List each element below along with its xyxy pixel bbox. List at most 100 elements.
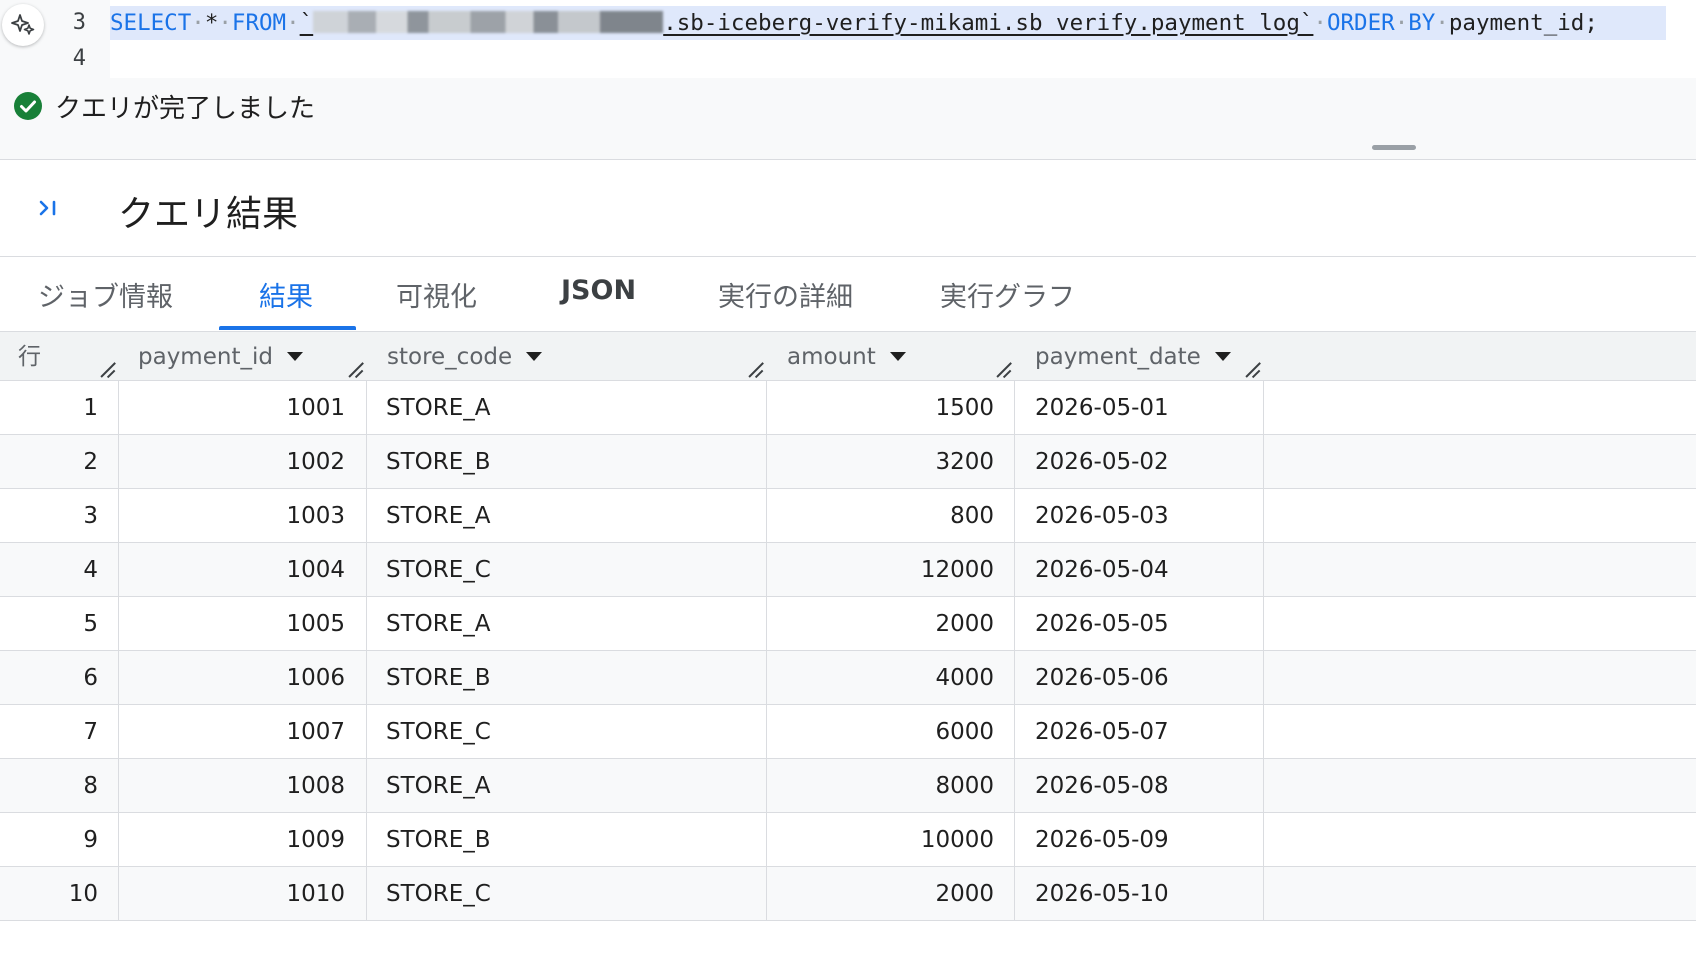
table-row[interactable]: 10 1010 STORE_C 2000 2026-05-10 <box>0 867 1696 921</box>
column-divider <box>366 597 367 651</box>
column-divider <box>1014 543 1015 597</box>
store-code-cell[interactable]: STORE_B <box>386 651 766 704</box>
table-header-row: 行 payment_id store_code amount payment_d… <box>0 332 1696 381</box>
column-divider <box>118 759 119 813</box>
results-tabs: ジョブ情報 結果 可視化 JSON 実行の詳細 実行グラフ <box>0 257 1696 332</box>
column-divider <box>118 435 119 489</box>
payment-id-cell[interactable]: 1005 <box>118 597 345 650</box>
column-resize-handle[interactable] <box>996 362 1012 378</box>
amount-cell[interactable]: 4000 <box>767 651 994 704</box>
amount-cell[interactable]: 6000 <box>767 705 994 758</box>
column-divider <box>118 705 119 759</box>
amount-cell[interactable]: 10000 <box>767 813 994 866</box>
payment-date-cell[interactable]: 2026-05-05 <box>1035 597 1235 650</box>
tab-execution-details[interactable]: 実行の詳細 <box>718 275 853 332</box>
payment-id-cell[interactable]: 1008 <box>118 759 345 812</box>
payment-date-cell[interactable]: 2026-05-10 <box>1035 867 1235 920</box>
table-row[interactable]: 9 1009 STORE_B 10000 2026-05-09 <box>0 813 1696 867</box>
tab-results[interactable]: 結果 <box>259 275 313 332</box>
table-row[interactable]: 5 1005 STORE_A 2000 2026-05-05 <box>0 597 1696 651</box>
table-reference[interactable]: .sb-iceberg-verify-mikami.sb_verify.paym… <box>663 10 1313 36</box>
store-code-cell[interactable]: STORE_B <box>386 435 766 488</box>
tab-json[interactable]: JSON <box>561 275 636 332</box>
column-divider <box>1263 489 1264 543</box>
payment-id-cell[interactable]: 1009 <box>118 813 345 866</box>
code-line-3[interactable]: SELECT·*·FROM·` .sb-iceberg-verify-mikami… <box>110 6 1666 40</box>
amount-cell[interactable]: 800 <box>767 489 994 542</box>
column-divider <box>1014 435 1015 489</box>
payment-id-cell[interactable]: 1003 <box>118 489 345 542</box>
gemini-assist-button[interactable] <box>2 4 44 46</box>
sql-keyword: ORDER <box>1326 10 1395 36</box>
table-row[interactable]: 3 1003 STORE_A 800 2026-05-03 <box>0 489 1696 543</box>
sort-dropdown-icon[interactable] <box>526 352 543 361</box>
store-code-cell[interactable]: STORE_A <box>386 597 766 650</box>
store-code-cell[interactable]: STORE_C <box>386 867 766 920</box>
store-code-cell[interactable]: STORE_A <box>386 381 766 434</box>
table-row[interactable]: 8 1008 STORE_A 8000 2026-05-08 <box>0 759 1696 813</box>
payment-date-cell[interactable]: 2026-05-01 <box>1035 381 1235 434</box>
column-header-payment-id[interactable]: payment_id <box>138 332 303 381</box>
resize-drag-handle[interactable] <box>1372 145 1416 150</box>
amount-cell[interactable]: 1500 <box>767 381 994 434</box>
amount-cell[interactable]: 2000 <box>767 597 994 650</box>
column-divider <box>1014 813 1015 867</box>
payment-id-cell[interactable]: 1001 <box>118 381 345 434</box>
table-row[interactable]: 4 1004 STORE_C 12000 2026-05-04 <box>0 543 1696 597</box>
tab-job-info[interactable]: ジョブ情報 <box>38 275 173 332</box>
sort-dropdown-icon[interactable] <box>1214 352 1231 361</box>
row-number-cell: 7 <box>83 719 98 745</box>
payment-id-cell[interactable]: 1007 <box>118 705 345 758</box>
sql-keyword: BY <box>1408 10 1436 36</box>
store-code-cell[interactable]: STORE_A <box>386 489 766 542</box>
payment-date-cell[interactable]: 2026-05-09 <box>1035 813 1235 866</box>
payment-date-cell[interactable]: 2026-05-06 <box>1035 651 1235 704</box>
payment-date-cell[interactable]: 2026-05-03 <box>1035 489 1235 542</box>
tab-execution-graph[interactable]: 実行グラフ <box>940 275 1075 332</box>
store-code-cell[interactable]: STORE_C <box>386 705 766 758</box>
sort-dropdown-icon[interactable] <box>286 352 303 361</box>
table-row[interactable]: 2 1002 STORE_B 3200 2026-05-02 <box>0 435 1696 489</box>
column-resize-handle[interactable] <box>1245 362 1261 378</box>
amount-cell[interactable]: 12000 <box>767 543 994 596</box>
amount-cell[interactable]: 8000 <box>767 759 994 812</box>
payment-date-cell[interactable]: 2026-05-07 <box>1035 705 1235 758</box>
payment-id-cell[interactable]: 1010 <box>118 867 345 920</box>
amount-cell[interactable]: 3200 <box>767 435 994 488</box>
sort-dropdown-icon[interactable] <box>889 352 906 361</box>
column-divider <box>766 543 767 597</box>
table-row[interactable]: 6 1006 STORE_B 4000 2026-05-06 <box>0 651 1696 705</box>
column-divider <box>1263 435 1264 489</box>
column-resize-handle[interactable] <box>348 362 364 378</box>
column-resize-handle[interactable] <box>100 362 116 378</box>
results-title: クエリ結果 <box>118 194 299 235</box>
store-code-cell[interactable]: STORE_A <box>386 759 766 812</box>
store-code-cell[interactable]: STORE_C <box>386 543 766 596</box>
store-code-cell[interactable]: STORE_B <box>386 813 766 866</box>
column-divider <box>1014 867 1015 921</box>
payment-id-cell[interactable]: 1004 <box>118 543 345 596</box>
table-row[interactable]: 7 1007 STORE_C 6000 2026-05-07 <box>0 705 1696 759</box>
payment-date-cell[interactable]: 2026-05-04 <box>1035 543 1235 596</box>
column-header-amount[interactable]: amount <box>787 332 906 381</box>
payment-date-cell[interactable]: 2026-05-02 <box>1035 435 1235 488</box>
tab-visualization[interactable]: 可視化 <box>396 275 477 332</box>
column-header-store-code[interactable]: store_code <box>387 332 543 381</box>
table-row[interactable]: 1 1001 STORE_A 1500 2026-05-01 <box>0 381 1696 435</box>
column-header-payment-date[interactable]: payment_date <box>1035 332 1231 381</box>
column-divider <box>366 435 367 489</box>
payment-id-cell[interactable]: 1006 <box>118 651 345 704</box>
column-divider <box>1014 759 1015 813</box>
payment-date-cell[interactable]: 2026-05-08 <box>1035 759 1235 812</box>
amount-cell[interactable]: 2000 <box>767 867 994 920</box>
sql-editor[interactable]: 3 4 SELECT·*·FROM·` .sb-iceberg-verify-mi… <box>0 0 1696 78</box>
editor-gutter: 3 4 <box>0 0 110 78</box>
column-divider <box>766 813 767 867</box>
column-resize-handle[interactable] <box>748 362 764 378</box>
row-number-cell: 1 <box>83 395 98 421</box>
collapse-panel-icon[interactable] <box>36 194 64 222</box>
column-divider <box>766 489 767 543</box>
column-divider <box>766 867 767 921</box>
payment-id-cell[interactable]: 1002 <box>118 435 345 488</box>
column-divider <box>1263 597 1264 651</box>
